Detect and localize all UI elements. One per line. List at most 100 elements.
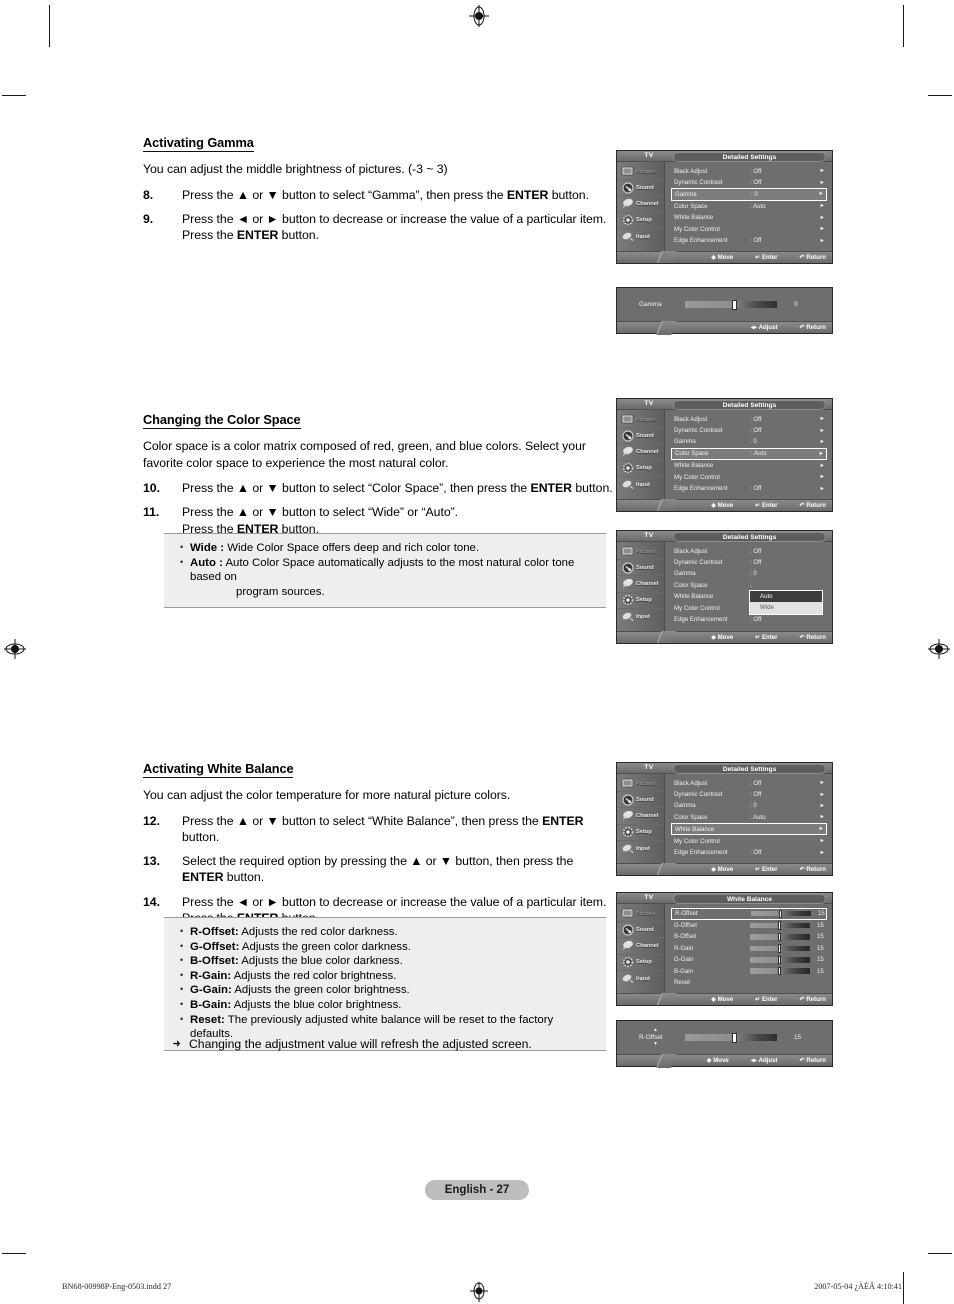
sidebar-item-sound[interactable]: Sound bbox=[617, 180, 664, 197]
sidebar-item-sound[interactable]: Sound bbox=[617, 560, 664, 577]
menu-item-gamma[interactable]: Gamma : 0 ► bbox=[671, 188, 827, 201]
note-term: R-Gain: bbox=[190, 969, 232, 982]
wb-slider[interactable] bbox=[750, 955, 810, 964]
osd-header: TV White Balance bbox=[617, 893, 832, 904]
menu-item-gamma[interactable]: Gamma : 0 bbox=[671, 568, 827, 579]
slider-knob[interactable] bbox=[732, 1032, 737, 1043]
wb-slider[interactable] bbox=[750, 944, 810, 953]
osd-title: Detailed Settings bbox=[673, 151, 826, 162]
menu-item-gamma[interactable]: Gamma : 0 ► bbox=[671, 800, 827, 811]
osd-color-space-dropdown[interactable]: TV Detailed Settings Picture Sound Chann… bbox=[616, 530, 833, 644]
menu-item-color-space[interactable]: Color Space : Auto ► bbox=[671, 812, 827, 823]
menu-item-color-space[interactable]: Color Space : Auto ► bbox=[671, 447, 827, 461]
dropdown-option-auto[interactable]: Auto bbox=[750, 591, 822, 603]
sidebar-item-setup[interactable]: Setup bbox=[617, 825, 664, 841]
step-text: Press the ▲ or ▼ button to select “Gamma… bbox=[182, 187, 589, 202]
sidebar-item-input[interactable]: Input bbox=[617, 229, 664, 245]
menu-item-my-color-control[interactable]: My Color Control ► bbox=[671, 835, 827, 846]
osd-white-balance-panel[interactable]: TV White Balance Picture Sound Channel S… bbox=[616, 892, 833, 1006]
sidebar-item-sound[interactable]: Sound bbox=[617, 428, 664, 445]
wb-slider[interactable] bbox=[750, 966, 810, 976]
slider-knob[interactable] bbox=[778, 932, 782, 942]
menu-item-color-space[interactable]: Color Space : Auto ► bbox=[671, 201, 827, 212]
menu-item-dynamic-contrast[interactable]: Dynamic Contrast : Off ► bbox=[671, 425, 827, 436]
sidebar-item-picture[interactable]: Picture bbox=[617, 776, 664, 793]
slider-knob[interactable] bbox=[778, 921, 782, 930]
wb-item-r-offset[interactable]: R-Offset 15 bbox=[671, 907, 827, 920]
sidebar-item-picture[interactable]: Picture bbox=[617, 412, 664, 429]
note-desc: Adjusts the green color darkness. bbox=[241, 940, 411, 953]
osd-detailed-settings-gamma[interactable]: TV Detailed Settings Picture Sound Chann… bbox=[616, 150, 833, 264]
osd-detailed-settings-white-balance[interactable]: TV Detailed Settings Picture Sound Chann… bbox=[616, 762, 833, 876]
menu-item-gamma[interactable]: Gamma : 0 ► bbox=[671, 436, 827, 447]
menu-item-white-balance[interactable]: White Balance ► bbox=[671, 212, 827, 223]
menu-item-edge-enhancement[interactable]: Edge Enhancement : Off ► bbox=[671, 235, 827, 246]
wb-item-r-gain[interactable]: R-Gain 15 bbox=[671, 943, 827, 954]
sidebar-item-setup[interactable]: Setup bbox=[617, 213, 664, 229]
sidebar-item-label: Input bbox=[636, 845, 650, 852]
menu-item-white-balance[interactable]: White Balance ► bbox=[671, 460, 827, 471]
slider-knob[interactable] bbox=[778, 966, 782, 976]
slider-knob[interactable] bbox=[778, 944, 782, 953]
slider-knob[interactable] bbox=[779, 909, 783, 918]
list-item: B-Offset: Adjusts the blue color darknes… bbox=[180, 953, 596, 969]
sidebar-item-picture[interactable]: Picture bbox=[617, 164, 664, 181]
crop-mark-bottom-right-vert bbox=[903, 1272, 905, 1304]
wb-item-g-offset[interactable]: G-Offset 15 bbox=[671, 920, 827, 931]
menu-item-white-balance[interactable]: White Balance ► bbox=[671, 823, 827, 836]
input-icon bbox=[620, 972, 635, 985]
menu-item-black-adjust[interactable]: Black Adjust : Off ► bbox=[671, 414, 827, 425]
wb-slider[interactable] bbox=[750, 921, 810, 930]
sidebar-item-sound[interactable]: Sound bbox=[617, 792, 664, 809]
sidebar-item-channel[interactable]: Channel bbox=[617, 196, 664, 213]
menu-item-black-adjust[interactable]: Black Adjust : Off ► bbox=[671, 778, 827, 789]
footer-enter: ↵ Enter bbox=[755, 866, 778, 873]
sidebar-item-channel[interactable]: Channel bbox=[617, 938, 664, 955]
menu-item-label: Dynamic Contrast bbox=[674, 791, 723, 799]
dropdown-option-wide[interactable]: Wide bbox=[750, 602, 822, 614]
menu-item-my-color-control[interactable]: My Color Control ► bbox=[671, 223, 827, 234]
sidebar-item-setup[interactable]: Setup bbox=[617, 593, 664, 609]
sidebar-item-setup[interactable]: Setup bbox=[617, 955, 664, 971]
slider-knob[interactable] bbox=[732, 299, 737, 310]
sidebar-item-picture[interactable]: Picture bbox=[617, 544, 664, 561]
channel-icon bbox=[620, 577, 635, 590]
menu-item-dynamic-contrast[interactable]: Dynamic Contrast : Off ► bbox=[671, 789, 827, 800]
sidebar-item-label: Picture bbox=[636, 910, 656, 917]
wb-item-b-offset[interactable]: B-Offset 15 bbox=[671, 931, 827, 942]
wb-slider[interactable] bbox=[750, 932, 810, 942]
menu-item-value: : Off bbox=[750, 167, 762, 175]
menu-item-my-color-control[interactable]: My Color Control ► bbox=[671, 471, 827, 482]
menu-item-dynamic-contrast[interactable]: Dynamic Contrast : Off bbox=[671, 557, 827, 568]
sidebar-item-sound[interactable]: Sound bbox=[617, 922, 664, 939]
sidebar-item-input[interactable]: Input bbox=[617, 609, 664, 625]
menu-item-black-adjust[interactable]: Black Adjust : Off bbox=[671, 546, 827, 557]
menu-item-black-adjust[interactable]: Black Adjust : Off ► bbox=[671, 166, 827, 177]
wb-item-g-gain[interactable]: G-Gain 15 bbox=[671, 954, 827, 965]
color-space-dropdown[interactable]: Auto Wide bbox=[749, 590, 823, 615]
wb-slider[interactable] bbox=[751, 909, 811, 918]
gamma-slider[interactable] bbox=[685, 299, 785, 310]
osd-roffset-slider-panel[interactable]: ▲ R-Offset ▼ 15 ◆ Move ◂▸ Adjust ↶ Retur… bbox=[616, 1020, 833, 1067]
sidebar-item-channel[interactable]: Channel bbox=[617, 808, 664, 825]
osd-footer: ◆ Move ↵ Enter ↶ Return bbox=[617, 251, 832, 263]
menu-item-dynamic-contrast[interactable]: Dynamic Contrast : Off ► bbox=[671, 177, 827, 188]
menu-item-edge-enhancement[interactable]: Edge Enhancement : Off ► bbox=[671, 847, 827, 858]
sidebar-item-label: Channel bbox=[636, 200, 659, 207]
sidebar-item-input[interactable]: Input bbox=[617, 841, 664, 857]
sidebar-item-channel[interactable]: Channel bbox=[617, 444, 664, 461]
wb-item-reset[interactable]: Reset bbox=[671, 977, 827, 988]
roffset-slider[interactable] bbox=[685, 1032, 785, 1043]
menu-item-edge-enhancement[interactable]: Edge Enhancement : Off ► bbox=[671, 483, 827, 494]
sidebar-item-picture[interactable]: Picture bbox=[617, 906, 664, 923]
sidebar-item-input[interactable]: Input bbox=[617, 971, 664, 987]
sidebar-item-channel[interactable]: Channel bbox=[617, 576, 664, 593]
osd-gamma-slider-panel[interactable]: Gamma 0 ◂▸ Adjust ↶ Return bbox=[616, 287, 833, 334]
menu-item-edge-enhancement[interactable]: Edge Enhancement : Off bbox=[671, 614, 827, 625]
registration-mark-bottom bbox=[468, 1282, 490, 1304]
sidebar-item-setup[interactable]: Setup bbox=[617, 461, 664, 477]
wb-item-b-gain[interactable]: B-Gain 15 bbox=[671, 965, 827, 976]
sidebar-item-input[interactable]: Input bbox=[617, 477, 664, 493]
slider-knob[interactable] bbox=[778, 955, 782, 964]
osd-detailed-settings-color-space[interactable]: TV Detailed Settings Picture Sound Chann… bbox=[616, 398, 833, 512]
